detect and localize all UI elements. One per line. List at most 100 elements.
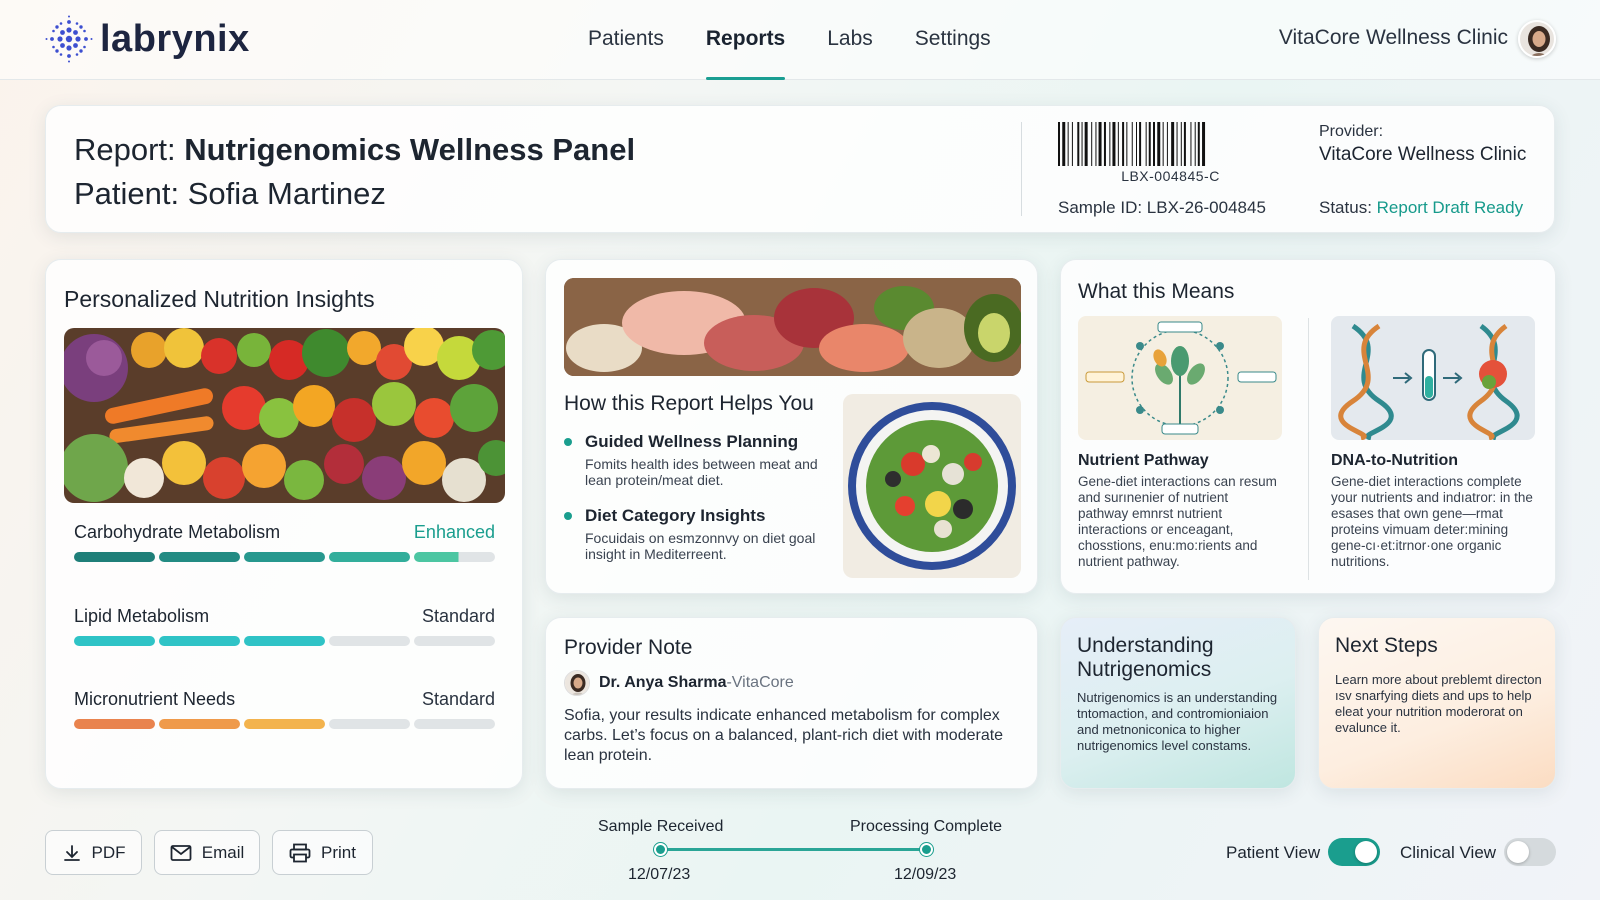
- main-nav: Patients Reports Labs Settings: [588, 0, 1033, 80]
- timeline-step-label: Sample Received: [598, 818, 724, 835]
- barcode-bar: [1166, 122, 1168, 166]
- report-helps-card: How this Report Helps You Guided Wellnes…: [545, 259, 1038, 594]
- lipid-level-bar: [74, 636, 495, 646]
- bar-segment: [329, 719, 410, 729]
- bullet-guided-wellness: Guided Wellness Planning Fomits health i…: [564, 432, 834, 488]
- report-title-prefix: Report:: [74, 132, 185, 167]
- timeline-date: 12/09/23: [894, 866, 957, 883]
- user-avatar[interactable]: [1518, 20, 1556, 58]
- barcode-bar: [1176, 122, 1178, 166]
- barcode-bar: [1117, 122, 1119, 166]
- barcode-bar: [1136, 122, 1137, 166]
- nutrient-pathway-item: Nutrient Pathway Gene-diet interactions …: [1078, 316, 1282, 570]
- barcode-bar: [1153, 122, 1155, 166]
- next-steps-card[interactable]: Next Steps Learn more about preblemt dir…: [1318, 617, 1556, 789]
- bar-segment: [159, 719, 240, 729]
- barcode-bar: [1145, 122, 1147, 166]
- dna-to-nutrition-item: DNA-to-Nutrition Gene-diet interactions …: [1331, 316, 1535, 570]
- barcode-bar: [1197, 122, 1200, 166]
- barcode-bar: [1112, 122, 1116, 166]
- brand-logo[interactable]: labrynix: [44, 14, 250, 64]
- bar-segment: [414, 719, 495, 729]
- barcode-bar: [1194, 122, 1196, 166]
- micronutrient-level-bar: [74, 719, 495, 729]
- salad-bowl-image: [843, 394, 1021, 578]
- timeline-date: 12/07/23: [628, 866, 691, 883]
- envelope-icon: [170, 844, 192, 861]
- toggle-knob: [1355, 841, 1377, 863]
- header-divider: [1021, 122, 1022, 216]
- nav-item-patients[interactable]: Patients: [588, 0, 664, 80]
- understanding-title: Understanding Nutrigenomics: [1077, 634, 1214, 681]
- insights-title: Personalized Nutrition Insights: [64, 286, 375, 312]
- barcode-bar: [1081, 122, 1083, 166]
- carbohydrate-level-bar: [74, 552, 495, 562]
- barcode-bar: [1058, 122, 1060, 166]
- means-item-title: Nutrient Pathway: [1078, 452, 1209, 469]
- note-text: Sofia, your results indicate enhanced me…: [564, 707, 1004, 764]
- printer-icon: [289, 843, 311, 862]
- brand-name: labrynix: [100, 17, 250, 60]
- means-item-text: Gene-diet interactions can resum and sur…: [1078, 474, 1277, 569]
- barcode-bar: [1084, 122, 1088, 166]
- download-icon: [63, 844, 80, 861]
- barcode-bar: [1126, 122, 1128, 166]
- toggle-knob: [1507, 841, 1529, 863]
- patient-view-toggle[interactable]: [1328, 838, 1380, 866]
- means-item-title: DNA-to-Nutrition: [1331, 452, 1459, 469]
- barcode-bar: [1131, 122, 1133, 166]
- understanding-nutrigenomics-card[interactable]: Understanding Nutrigenomics Nutrigenomic…: [1060, 617, 1296, 789]
- print-button-label: Print: [321, 842, 356, 862]
- next-steps-title: Next Steps: [1335, 634, 1438, 657]
- bullet-dot-icon: [564, 438, 572, 446]
- nav-item-settings[interactable]: Settings: [915, 0, 991, 80]
- nav-item-reports[interactable]: Reports: [705, 0, 786, 80]
- sample-id: Sample ID: LBX-26-004845: [1058, 198, 1266, 217]
- pdf-download-button[interactable]: PDF: [45, 830, 142, 875]
- report-title: Report: Nutrigenomics Wellness Panel: [74, 132, 635, 168]
- barcode-bar: [1109, 122, 1111, 166]
- provider-name: VitaCore Wellness Clinic: [1319, 144, 1527, 165]
- clinical-view-label: Clinical View: [1400, 843, 1497, 862]
- barcode-bar: [1190, 122, 1192, 166]
- timeline-dot: [920, 843, 933, 856]
- bar-segment: [159, 552, 240, 562]
- patient-view-label: Patient View: [1226, 843, 1321, 862]
- bullet-diet-category: Diet Category Insights Focuidais on esmz…: [564, 506, 834, 562]
- bullet-title: Guided Wellness Planning: [585, 432, 799, 451]
- metric-status: Enhanced: [413, 522, 495, 542]
- user-avatar-icon: [1520, 22, 1554, 56]
- understanding-text: Nutrigenomics is an understanding tntoma…: [1077, 690, 1278, 753]
- bullet-text: Fomits health ides between meat and lean…: [585, 456, 818, 488]
- bar-segment: [74, 719, 155, 729]
- dna-to-nutrition-illustration: [1331, 316, 1535, 440]
- nav-item-labs[interactable]: Labs: [827, 0, 873, 80]
- bar-segment: [74, 636, 155, 646]
- logo-dots-icon: [45, 15, 93, 63]
- barcode-bar: [1148, 122, 1151, 166]
- email-button-label: Email: [201, 842, 245, 862]
- barcode-bar: [1180, 122, 1182, 166]
- provider-author-name: Dr. Anya Sharma: [599, 674, 727, 691]
- print-button[interactable]: Print: [272, 830, 373, 875]
- barcode-image: [1058, 122, 1206, 166]
- barcode-bar: [1062, 122, 1066, 166]
- helps-title: How this Report Helps You: [564, 392, 814, 415]
- bar-segment: [74, 552, 155, 562]
- report-header-card: Report: Nutrigenomics Wellness Panel Pat…: [45, 105, 1555, 233]
- provider-org: VitaCore: [731, 674, 794, 691]
- report-status: Status: Report Draft Ready: [1319, 198, 1523, 218]
- bar-segment: [414, 552, 495, 562]
- metric-carbohydrate: Carbohydrate Metabolism Enhanced: [74, 522, 495, 562]
- top-navigation-bar: labrynix Patients Reports Labs Settings …: [0, 0, 1600, 80]
- bullet-title: Diet Category Insights: [585, 506, 766, 525]
- report-title-name: Nutrigenomics Wellness Panel: [184, 132, 636, 167]
- means-item-text: Gene-diet interactions complete your nut…: [1331, 474, 1533, 569]
- protein-foods-image: [564, 278, 1021, 376]
- barcode-bar: [1122, 122, 1125, 166]
- metric-micronutrient: Micronutrient Needs Standard: [74, 689, 495, 729]
- provider-label: Provider:: [1319, 123, 1384, 140]
- means-title: What this Means: [1078, 280, 1235, 303]
- clinical-view-toggle[interactable]: [1504, 838, 1556, 866]
- email-button[interactable]: Email: [154, 830, 260, 875]
